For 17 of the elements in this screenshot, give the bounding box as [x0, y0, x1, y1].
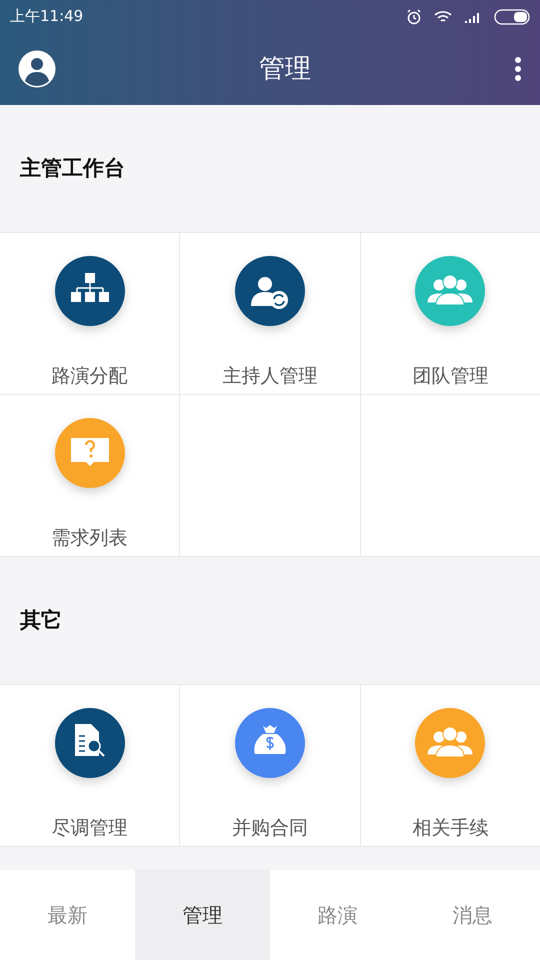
more-icon[interactable]: [514, 56, 522, 82]
status-time: 上午11:49: [10, 6, 84, 28]
section-title: 其它: [20, 606, 62, 634]
avatar-icon[interactable]: [18, 50, 56, 88]
alarm-icon: [406, 8, 422, 24]
menu-tile[interactable]: 路演分配: [0, 233, 180, 394]
menu-tile[interactable]: 并购合同: [180, 685, 360, 846]
menu-tile[interactable]: 需求列表: [0, 395, 180, 556]
menu-tile[interactable]: 尽调管理: [0, 685, 180, 846]
menu-tile[interactable]: 团队管理: [360, 233, 540, 394]
section-title: 主管工作台: [20, 154, 125, 182]
menu-tile[interactable]: 相关手续: [360, 685, 540, 846]
menu-tile[interactable]: 主持人管理: [180, 233, 360, 394]
header-title: 管理: [259, 52, 311, 86]
nav-tab[interactable]: 管理: [135, 870, 270, 960]
wifi-icon: [434, 10, 452, 24]
battery-icon: [494, 8, 530, 24]
